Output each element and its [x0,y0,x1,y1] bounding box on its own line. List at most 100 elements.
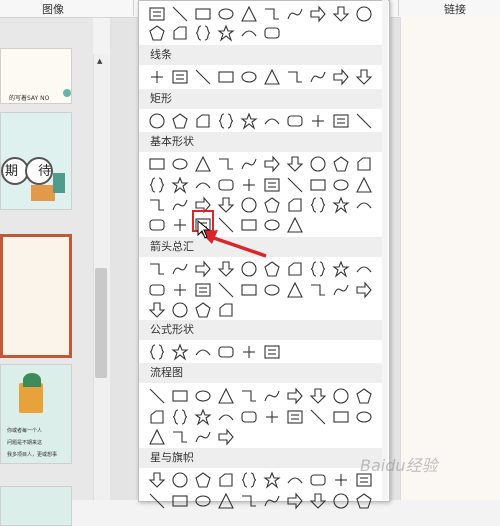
shape-option-icon[interactable] [239,67,259,87]
shape-option-icon[interactable] [354,111,374,131]
shape-option-icon[interactable] [216,195,236,215]
shape-option-icon[interactable] [216,491,236,511]
shape-option-icon[interactable] [354,280,374,300]
shape-option-icon[interactable] [216,470,236,490]
shape-option-icon[interactable] [354,67,374,87]
shape-option-icon[interactable] [193,427,213,447]
shape-option-icon[interactable] [147,342,167,362]
shape-option-icon[interactable] [193,280,213,300]
shape-option-icon[interactable] [147,175,167,195]
shape-option-icon[interactable] [239,175,259,195]
shape-option-icon[interactable] [216,386,236,406]
shape-option-icon[interactable] [170,4,190,24]
shape-option-icon[interactable] [285,259,305,279]
shape-option-icon[interactable] [308,195,328,215]
shape-option-icon[interactable] [239,259,259,279]
shape-option-icon[interactable] [170,23,190,43]
shape-option-icon[interactable] [239,491,259,511]
shape-option-icon[interactable] [308,4,328,24]
shape-option-icon[interactable] [239,111,259,131]
shape-option-icon[interactable] [170,111,190,131]
slide-thumbnail-5[interactable] [0,486,72,526]
shape-option-icon[interactable] [147,195,167,215]
shape-option-icon[interactable] [262,342,282,362]
shape-option-icon[interactable] [331,67,351,87]
shape-option-icon[interactable] [170,427,190,447]
slide-thumbnail-1[interactable]: 的写着SAY NO [0,48,72,104]
shape-option-icon[interactable] [147,407,167,427]
slide-thumbnail-4[interactable]: 你或者每一个人 问题是不期来这 我多项目人，更或想事 [0,364,72,464]
shape-option-icon[interactable] [354,4,374,24]
shape-option-icon[interactable] [216,111,236,131]
shape-option-icon[interactable] [331,407,351,427]
shape-option-icon[interactable] [285,4,305,24]
shape-option-icon[interactable] [285,175,305,195]
shape-option-icon[interactable] [331,111,351,131]
shape-option-icon[interactable] [147,67,167,87]
shape-option-icon[interactable] [285,67,305,87]
shape-option-icon[interactable] [262,111,282,131]
shape-option-icon[interactable] [354,175,374,195]
shape-option-icon[interactable] [193,175,213,195]
shape-option-icon[interactable] [308,67,328,87]
shape-option-icon[interactable] [354,407,374,427]
shape-option-icon[interactable] [239,4,259,24]
shape-option-icon[interactable] [239,280,259,300]
shape-option-icon[interactable] [354,491,374,511]
shape-option-icon[interactable] [170,195,190,215]
shape-option-icon[interactable] [308,111,328,131]
shape-option-icon[interactable] [170,470,190,490]
shape-option-icon[interactable] [308,386,328,406]
shape-option-icon[interactable] [262,386,282,406]
shape-option-icon[interactable] [262,23,282,43]
shape-option-icon[interactable] [216,280,236,300]
shape-menu-scrollbar[interactable] [382,0,388,500]
shape-option-icon[interactable] [354,259,374,279]
shape-option-icon[interactable] [193,386,213,406]
shape-option-icon[interactable] [147,111,167,131]
shape-option-icon[interactable] [216,67,236,87]
shape-option-icon[interactable] [216,427,236,447]
shape-option-icon[interactable] [285,470,305,490]
shape-option-icon[interactable] [193,111,213,131]
shape-option-icon[interactable] [354,386,374,406]
shape-option-icon[interactable] [170,386,190,406]
shape-option-icon[interactable] [308,175,328,195]
shape-option-icon[interactable] [170,342,190,362]
shape-option-icon[interactable] [262,175,282,195]
shape-option-icon[interactable] [170,215,190,235]
slide-thumbnail-2[interactable]: 期 待 [0,112,72,210]
shape-option-icon[interactable] [170,491,190,511]
shape-option-icon[interactable] [331,175,351,195]
shape-option-icon[interactable] [147,154,167,174]
shape-option-icon[interactable] [193,154,213,174]
shape-option-icon[interactable] [285,407,305,427]
shape-option-icon[interactable] [147,300,167,320]
shape-option-icon[interactable] [331,4,351,24]
shape-option-icon[interactable] [193,259,213,279]
shape-option-icon[interactable] [147,215,167,235]
shape-option-icon[interactable] [216,300,236,320]
shape-option-icon[interactable] [285,215,305,235]
shape-option-icon[interactable] [239,23,259,43]
slide-thumbnail-3-selected[interactable] [0,234,72,358]
shape-option-icon[interactable] [285,280,305,300]
ribbon-label-image[interactable]: 图像 [42,1,64,17]
shape-option-icon[interactable] [147,470,167,490]
shape-option-icon[interactable] [216,342,236,362]
shape-option-icon[interactable] [170,154,190,174]
shape-option-icon[interactable] [193,491,213,511]
shape-option-icon[interactable] [331,386,351,406]
shape-option-icon[interactable] [331,280,351,300]
shape-option-icon[interactable] [262,154,282,174]
shape-option-icon[interactable] [331,259,351,279]
shape-option-icon[interactable] [308,470,328,490]
shape-option-icon[interactable] [147,280,167,300]
shape-option-icon[interactable] [285,491,305,511]
shape-option-icon[interactable] [239,407,259,427]
shape-option-icon[interactable] [239,195,259,215]
shape-option-icon[interactable] [170,175,190,195]
shape-option-icon[interactable] [262,67,282,87]
shape-option-icon[interactable] [193,300,213,320]
shape-option-icon[interactable] [193,407,213,427]
